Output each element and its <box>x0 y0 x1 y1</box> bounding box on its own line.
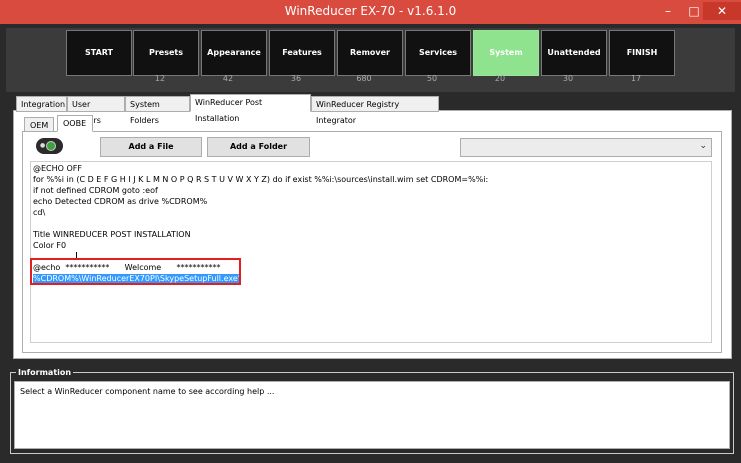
tab-user-folders[interactable]: User Folders <box>67 96 125 125</box>
subtab-oem[interactable]: OEM <box>24 117 54 132</box>
add-file-button[interactable]: Add a File <box>100 137 202 157</box>
step-finish-button[interactable]: FINISH <box>609 30 675 76</box>
title-bar: WinReducer EX-70 - v1.6.1.0 – □ ✕ <box>0 0 741 24</box>
information-title: Information <box>16 368 74 377</box>
code-line: @ECHO OFF <box>33 164 82 173</box>
window-title: WinReducer EX-70 - v1.6.1.0 <box>284 4 457 18</box>
tab-post-installation[interactable]: WinReducer Post Installation <box>190 94 311 123</box>
system-count: 20 <box>494 74 506 83</box>
step-presets-button[interactable]: Presets <box>133 30 199 76</box>
finish-count: 17 <box>630 74 642 83</box>
code-line: for %%i in (C D E F G H I J K L M N O P … <box>33 175 489 184</box>
toggle-knob-icon <box>46 141 56 151</box>
maximize-button[interactable]: □ <box>685 4 703 18</box>
step-remover-button[interactable]: Remover <box>337 30 403 76</box>
step-unattended-button[interactable]: Unattended <box>541 30 607 76</box>
tab-system-folders[interactable]: System Folders <box>125 96 190 125</box>
step-system-button[interactable]: System <box>473 30 539 76</box>
presets-count: 12 <box>154 74 166 83</box>
information-text: Select a WinReducer component name to se… <box>20 387 275 396</box>
tab-registry-integrator[interactable]: WinReducer Registry Integrator <box>311 96 439 125</box>
remover-count: 680 <box>356 74 372 83</box>
script-editor[interactable]: @ECHO OFF for %%i in (C D E F G H I J K … <box>30 161 712 343</box>
appearance-count: 42 <box>222 74 234 83</box>
add-folder-button[interactable]: Add a Folder <box>207 137 310 157</box>
close-button[interactable]: ✕ <box>703 2 741 20</box>
unattended-count: 30 <box>562 74 574 83</box>
step-services-button[interactable]: Services <box>405 30 471 76</box>
code-line: Color F0 <box>33 241 67 250</box>
highlight-annotation <box>30 258 241 285</box>
toggle-indicator-icon: ● <box>40 142 46 149</box>
tab-integration[interactable]: Integration <box>16 96 67 112</box>
chevron-down-icon: ⌄ <box>699 141 707 151</box>
code-line: Title WINREDUCER POST INSTALLATION <box>33 230 191 239</box>
step-appearance-button[interactable]: Appearance <box>201 30 267 76</box>
services-count: 50 <box>426 74 438 83</box>
code-line: cd\ <box>33 208 46 217</box>
step-features-button[interactable]: Features <box>269 30 335 76</box>
minimize-button[interactable]: – <box>659 4 677 18</box>
subtab-oobe[interactable]: OOBE <box>57 115 93 132</box>
features-count: 36 <box>290 74 302 83</box>
script-dropdown[interactable]: ⌄ <box>460 138 712 157</box>
code-line: echo Detected CDROM as drive %CDROM% <box>33 197 208 206</box>
code-line: if not defined CDROM goto :eof <box>33 186 158 195</box>
step-start-button[interactable]: START <box>66 30 132 76</box>
